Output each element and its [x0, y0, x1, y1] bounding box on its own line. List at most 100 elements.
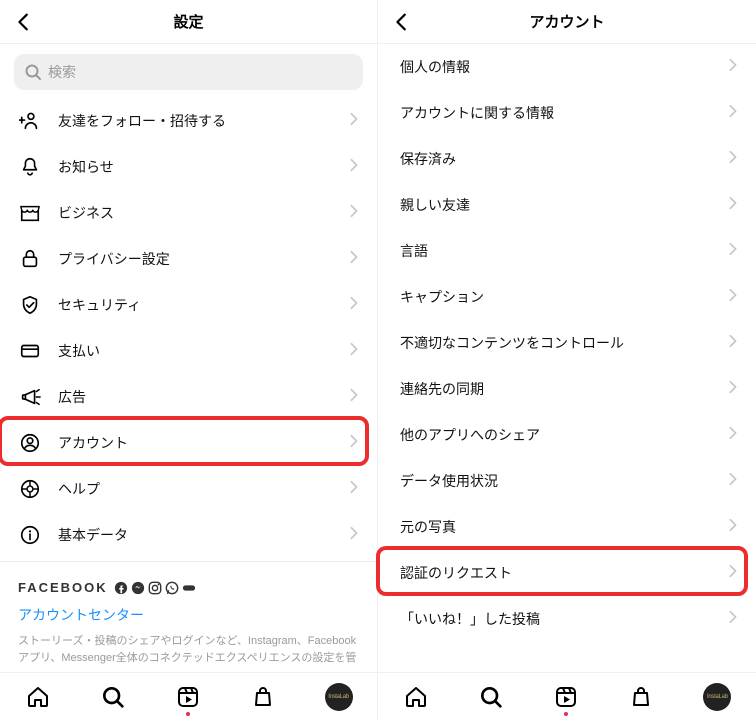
row-label: 支払い: [58, 341, 347, 361]
account-title: アカウント: [529, 11, 604, 32]
settings-row-shop[interactable]: ビジネス: [0, 190, 377, 236]
search-icon: [24, 63, 42, 81]
tab-home[interactable]: [403, 684, 429, 710]
tab-home[interactable]: [25, 684, 51, 710]
account-center-desc: ストーリーズ・投稿のシェアやログインなど、Instagram、Facebookア…: [18, 633, 359, 666]
tab-reels[interactable]: [175, 684, 201, 710]
row-label: ヘルプ: [58, 479, 347, 499]
tab-reels[interactable]: [553, 684, 579, 710]
account-row-5[interactable]: キャプション: [378, 274, 756, 320]
chevron-right-icon: [726, 287, 740, 308]
chevron-right-icon: [347, 203, 361, 224]
help-icon: [18, 478, 42, 500]
facebook-icon: [114, 581, 128, 595]
facebook-family-icons: [114, 581, 196, 595]
chevron-right-icon: [726, 425, 740, 446]
row-label: ビジネス: [58, 203, 347, 223]
home-icon: [26, 685, 50, 709]
chevron-right-icon: [726, 471, 740, 492]
tab-search[interactable]: [100, 684, 126, 710]
settings-list: 友達をフォロー・招待するお知らせビジネスプライバシー設定セキュリティ支払い広告ア…: [0, 98, 377, 561]
bell-icon: [18, 156, 42, 178]
chevron-right-icon: [726, 563, 740, 584]
row-label: 保存済み: [400, 149, 726, 169]
settings-row-lock[interactable]: プライバシー設定: [0, 236, 377, 282]
row-label: 元の写真: [400, 517, 726, 537]
account-row-11[interactable]: 認証のリクエスト: [378, 550, 756, 596]
account-row-0[interactable]: 個人の情報: [378, 44, 756, 90]
card-icon: [18, 340, 42, 362]
row-label: プライバシー設定: [58, 249, 347, 269]
tab-profile[interactable]: InstaLab: [325, 683, 353, 711]
account-row-1[interactable]: アカウントに関する情報: [378, 90, 756, 136]
chevron-right-icon: [347, 525, 361, 546]
account-row-10[interactable]: 元の写真: [378, 504, 756, 550]
back-button[interactable]: [12, 10, 36, 34]
home-icon: [404, 685, 428, 709]
avatar-icon: InstaLab: [328, 694, 349, 700]
row-label: 言語: [400, 241, 726, 261]
settings-row-shield[interactable]: セキュリティ: [0, 282, 377, 328]
chevron-right-icon: [347, 387, 361, 408]
account-row-7[interactable]: 連絡先の同期: [378, 366, 756, 412]
row-label: アカウントに関する情報: [400, 103, 726, 123]
chevron-right-icon: [726, 57, 740, 78]
account-row-6[interactable]: 不適切なコンテンツをコントロール: [378, 320, 756, 366]
chevron-right-icon: [347, 157, 361, 178]
search-placeholder: 検索: [48, 62, 76, 82]
row-label: 不適切なコンテンツをコントロール: [400, 333, 726, 353]
settings-row-help[interactable]: ヘルプ: [0, 466, 377, 512]
settings-row-card[interactable]: 支払い: [0, 328, 377, 374]
search-input[interactable]: 検索: [14, 54, 363, 90]
bag-icon: [629, 685, 653, 709]
settings-row-info[interactable]: 基本データ: [0, 512, 377, 558]
chevron-right-icon: [347, 111, 361, 132]
tab-shop[interactable]: [628, 684, 654, 710]
row-label: 他のアプリへのシェア: [400, 425, 726, 445]
account-row-9[interactable]: データ使用状況: [378, 458, 756, 504]
account-screen: アカウント 個人の情報アカウントに関する情報保存済み親しい友達言語キャプション不…: [378, 0, 756, 720]
settings-row-megaphone[interactable]: 広告: [0, 374, 377, 420]
account-icon: [18, 432, 42, 454]
back-button[interactable]: [390, 10, 414, 34]
chevron-right-icon: [347, 295, 361, 316]
chevron-right-icon: [347, 249, 361, 270]
row-label: キャプション: [400, 287, 726, 307]
account-row-12[interactable]: 「いいね！」した投稿: [378, 596, 756, 642]
tab-search[interactable]: [478, 684, 504, 710]
settings-row-bell[interactable]: お知らせ: [0, 144, 377, 190]
row-label: 連絡先の同期: [400, 379, 726, 399]
account-row-4[interactable]: 言語: [378, 228, 756, 274]
row-label: 広告: [58, 387, 347, 407]
account-row-3[interactable]: 親しい友達: [378, 182, 756, 228]
account-center-link[interactable]: アカウントセンター: [18, 605, 359, 625]
search-icon: [479, 685, 503, 709]
settings-screen: 設定 検索 友達をフォロー・招待するお知らせビジネスプライバシー設定セキュリティ…: [0, 0, 378, 720]
tab-profile[interactable]: InstaLab: [703, 683, 731, 711]
chevron-right-icon: [726, 241, 740, 262]
chevron-right-icon: [726, 103, 740, 124]
tab-shop[interactable]: [250, 684, 276, 710]
reels-icon: [554, 685, 578, 709]
chevron-right-icon: [726, 195, 740, 216]
info-icon: [18, 524, 42, 546]
row-label: 認証のリクエスト: [400, 563, 726, 583]
megaphone-icon: [18, 386, 42, 408]
lock-icon: [18, 248, 42, 270]
settings-row-account[interactable]: アカウント: [0, 420, 377, 466]
user-plus-icon: [18, 110, 42, 132]
row-label: お知らせ: [58, 157, 347, 177]
chevron-right-icon: [726, 149, 740, 170]
settings-row-user-plus[interactable]: 友達をフォロー・招待する: [0, 98, 377, 144]
tab-bar: InstaLab: [0, 672, 377, 720]
facebook-brand: FACEBOOK: [18, 580, 108, 595]
row-label: セキュリティ: [58, 295, 347, 315]
account-row-8[interactable]: 他のアプリへのシェア: [378, 412, 756, 458]
row-label: 基本データ: [58, 525, 347, 545]
avatar-icon: InstaLab: [707, 694, 728, 700]
settings-header: 設定: [0, 0, 377, 44]
tab-bar: InstaLab: [378, 672, 756, 720]
account-row-2[interactable]: 保存済み: [378, 136, 756, 182]
whatsapp-icon: [165, 581, 179, 595]
chevron-left-icon: [13, 11, 35, 33]
